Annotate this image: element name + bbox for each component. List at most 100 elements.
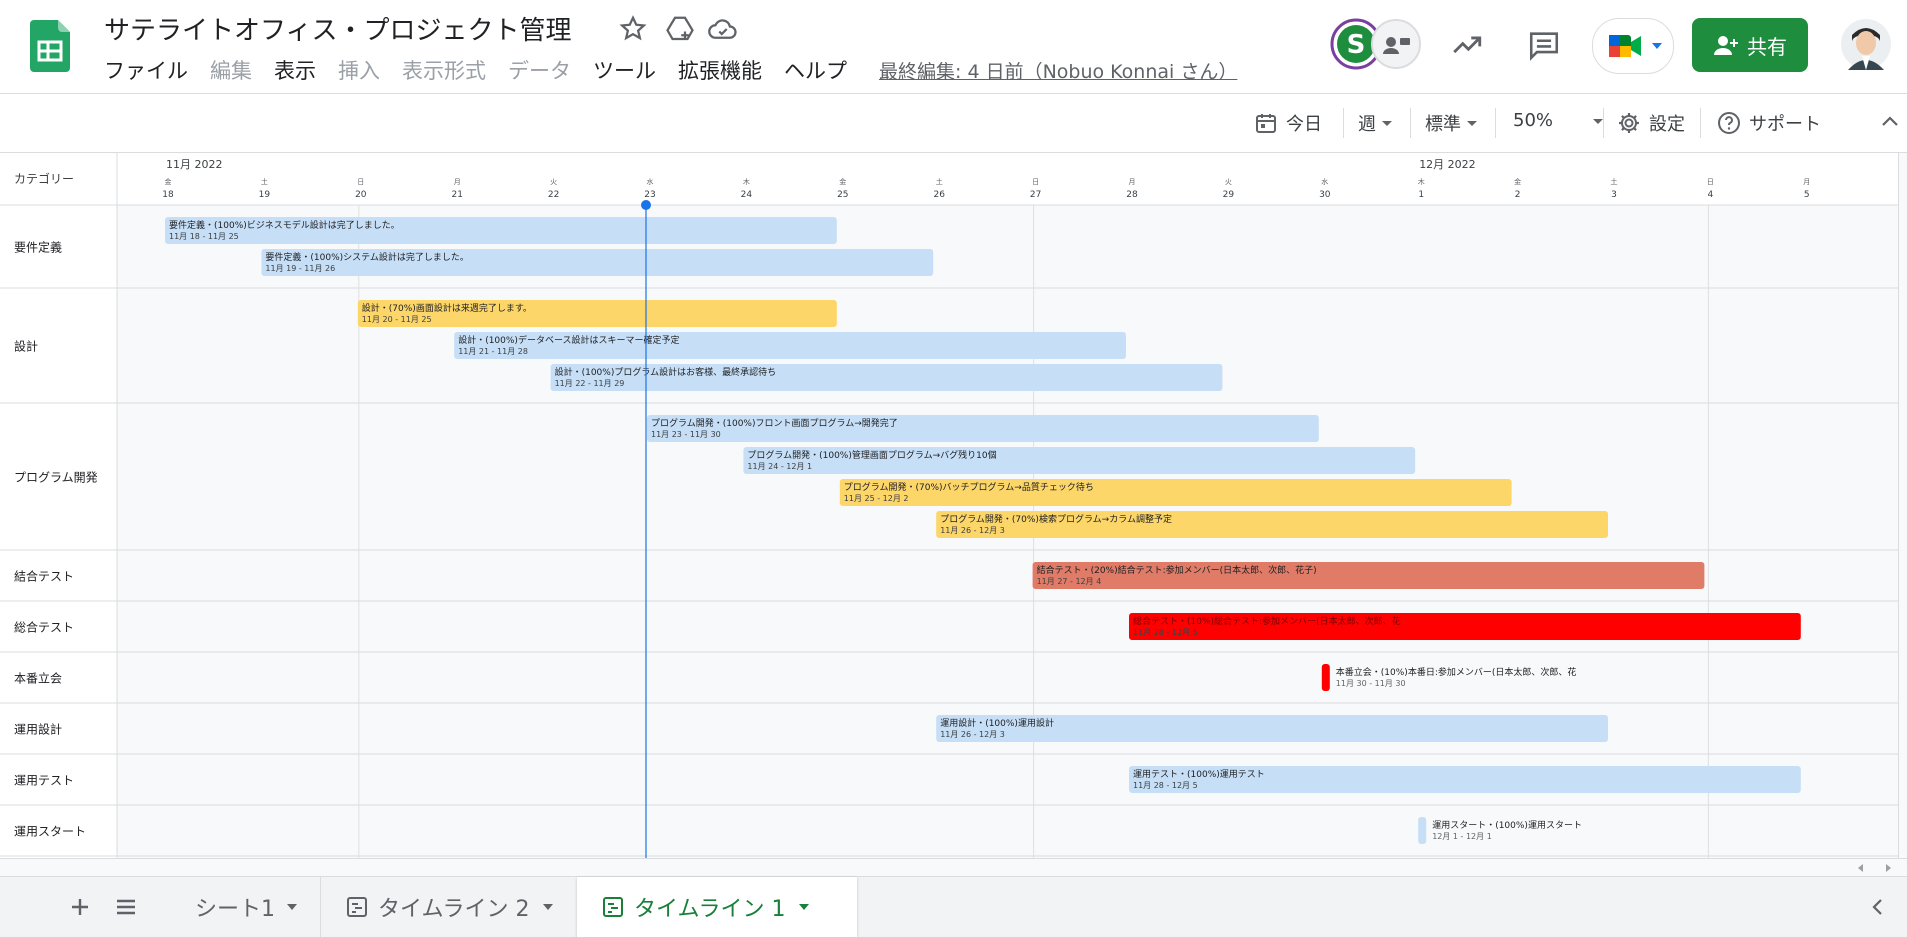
meet-button[interactable] — [1592, 18, 1674, 74]
task-dates: 11月 28 - 12月 5 — [1133, 781, 1198, 790]
task-dates: 11月 21 - 11月 28 — [458, 347, 528, 356]
vertical-scrollbar[interactable] — [1898, 153, 1907, 858]
scroll-left-icon[interactable] — [1855, 862, 1867, 874]
category-label: 本番立会 — [14, 671, 62, 686]
timeline-toolbar: 今日 週 標準 50% 設定 サポート — [0, 94, 1907, 153]
task-bar-fill[interactable] — [1321, 664, 1330, 691]
document-title[interactable]: サテライトオフィス・プロジェクト管理 — [104, 10, 571, 47]
collapse-toolbar-icon[interactable] — [1880, 112, 1900, 132]
task-title: 運用設計・(100%)運用設計 — [940, 717, 1054, 729]
menu-tools[interactable]: ツール — [593, 55, 656, 85]
chevron-down-icon[interactable] — [797, 902, 811, 912]
toolbar-divider — [1343, 108, 1344, 138]
category-label: 要件定義 — [14, 240, 62, 255]
last-edit-link[interactable]: 最終編集: 4 日前（Nobuo Konnai さん） — [879, 57, 1237, 84]
day-of-week-label: 木 — [1418, 177, 1425, 186]
day-number-label: 29 — [1223, 190, 1235, 200]
task-bar[interactable]: プログラム開発・(100%)フロント画面プログラム→開発完了11月 23 - 1… — [647, 415, 1319, 442]
task-bar[interactable]: プログラム開発・(70%)検索プログラム→カラム調整予定11月 26 - 12月… — [936, 511, 1608, 538]
task-bar[interactable]: 設計・(70%)画面設計は来週完了します。11月 20 - 11月 25 — [357, 300, 837, 327]
timeline-view: 要件定義 設計 プログラム開発 結合テスト 総合テスト 本番立会 運用設計 運用テスト 運用スタ… — [0, 153, 1898, 858]
sheets-logo-icon[interactable] — [30, 20, 70, 72]
sheet-tab-label: シート1 — [195, 897, 275, 922]
add-sheet-icon[interactable] — [68, 895, 92, 919]
task-dates: 11月 26 - 12月 3 — [940, 730, 1005, 739]
sheet-tab-timeline-1[interactable]: タイムライン 1 — [577, 877, 857, 937]
toolbar-divider — [1495, 108, 1496, 138]
month-label: 12月 2022 — [1419, 158, 1476, 171]
day-number-label: 28 — [1126, 190, 1138, 200]
range-select[interactable]: 週 — [1358, 110, 1394, 136]
today-label: 今日 — [1286, 114, 1322, 135]
chevron-down-icon[interactable] — [541, 902, 555, 912]
star-icon[interactable] — [618, 14, 648, 44]
day-of-week-label: 金 — [1514, 177, 1521, 186]
svg-text:S: S — [1347, 30, 1366, 60]
day-of-week-label: 土 — [936, 177, 943, 186]
menu-view[interactable]: 表示 — [274, 55, 316, 85]
task-bar[interactable]: 設計・(100%)プログラム設計はお客様、最終承認待ち11月 22 - 11月 … — [550, 364, 1223, 391]
task-bar[interactable]: 結合テスト・(20%)結合テスト:参加メンバー(日本太郎、次郎、花子)11月 2… — [1032, 562, 1705, 589]
task-bar[interactable]: 運用テスト・(100%)運用テスト11月 28 - 12月 5 — [1129, 766, 1801, 793]
person-add-icon — [1714, 36, 1738, 55]
day-number-label: 27 — [1030, 190, 1041, 200]
menu-file[interactable]: ファイル — [104, 55, 188, 85]
category-label: 結合テスト — [14, 569, 74, 584]
more-collaborators-icon[interactable] — [1370, 18, 1422, 70]
menu-edit[interactable]: 編集 — [210, 55, 252, 85]
support-label: サポート — [1749, 114, 1821, 135]
activity-trend-icon[interactable] — [1450, 28, 1484, 62]
day-of-week-label: 水 — [647, 177, 654, 186]
cloud-saved-icon[interactable] — [708, 14, 738, 44]
menu-insert[interactable]: 挿入 — [338, 55, 380, 85]
density-label: 標準 — [1425, 114, 1461, 135]
task-dates: 11月 23 - 11月 30 — [651, 430, 721, 439]
sheet-tab-timeline-2[interactable]: タイムライン 2 — [320, 877, 602, 937]
scroll-right-icon[interactable] — [1882, 862, 1894, 874]
menu-help[interactable]: ヘルプ — [784, 55, 847, 85]
task-bar-fill[interactable] — [1418, 817, 1427, 844]
density-select[interactable]: 標準 — [1425, 110, 1479, 136]
task-dates: 11月 30 - 11月 30 — [1336, 679, 1406, 688]
move-to-drive-icon[interactable] — [665, 14, 695, 44]
all-sheets-icon[interactable] — [114, 895, 138, 919]
task-bar[interactable]: 設計・(100%)データベース設計はスキーマー確定予定11月 21 - 11月 … — [454, 332, 1126, 359]
month-label: 11月 2022 — [166, 158, 223, 171]
task-dates: 11月 22 - 11月 29 — [555, 379, 625, 388]
category-label: 総合テスト — [14, 620, 74, 635]
chevron-down-icon[interactable] — [285, 902, 299, 912]
comments-icon[interactable] — [1527, 28, 1561, 62]
day-of-week-label: 金 — [839, 177, 846, 186]
zoom-select[interactable]: 50% — [1513, 110, 1605, 131]
today-button[interactable]: 今日 — [1254, 110, 1322, 136]
day-number-label: 4 — [1708, 190, 1714, 200]
task-dates: 11月 19 - 11月 26 — [265, 264, 335, 273]
sheet-tab-sheet1[interactable]: シート1 — [170, 877, 345, 937]
task-dates: 11月 26 - 12月 3 — [940, 526, 1005, 535]
gear-icon — [1619, 113, 1639, 133]
settings-button[interactable]: 設定 — [1617, 110, 1685, 136]
day-of-week-label: 月 — [1803, 178, 1810, 186]
day-of-week-label: 土 — [1611, 177, 1618, 186]
task-title: 運用スタート・(100%)運用スタート — [1432, 820, 1582, 831]
day-of-week-label: 金 — [165, 177, 172, 186]
task-bar[interactable]: プログラム開発・(70%)バッチプログラム→品質チェック待ち11月 25 - 1… — [839, 479, 1512, 506]
account-avatar[interactable] — [1840, 18, 1892, 70]
horizontal-scrollbar[interactable] — [0, 858, 1907, 877]
task-title: 設計・(100%)プログラム設計はお客様、最終承認待ち — [555, 366, 776, 378]
day-number-label: 20 — [355, 190, 367, 200]
day-number-label: 3 — [1611, 190, 1617, 200]
task-bar[interactable]: プログラム開発・(100%)管理画面プログラム→バグ残り10個11月 24 - … — [743, 447, 1416, 474]
share-button[interactable]: 共有 — [1692, 18, 1808, 72]
chevron-left-icon[interactable] — [1868, 897, 1888, 917]
task-bar[interactable]: 要件定義・(100%)システム設計は完了しました。11月 19 - 11月 26 — [261, 249, 934, 276]
support-button[interactable]: サポート — [1717, 110, 1821, 136]
task-bar[interactable]: 要件定義・(100%)ビジネスモデル設計は完了しました。11月 18 - 11月… — [165, 217, 837, 244]
task-bar[interactable]: 運用設計・(100%)運用設計11月 26 - 12月 3 — [936, 715, 1608, 742]
day-number-label: 30 — [1319, 190, 1331, 200]
day-number-label: 21 — [451, 190, 462, 200]
menu-extensions[interactable]: 拡張機能 — [678, 55, 762, 85]
menu-data[interactable]: データ — [508, 55, 571, 85]
menu-format[interactable]: 表示形式 — [402, 55, 486, 85]
task-bar[interactable]: 総合テスト・(10%)総合テスト:参加メンバー(日本太郎、次郎、花11月 28 … — [1129, 613, 1801, 640]
